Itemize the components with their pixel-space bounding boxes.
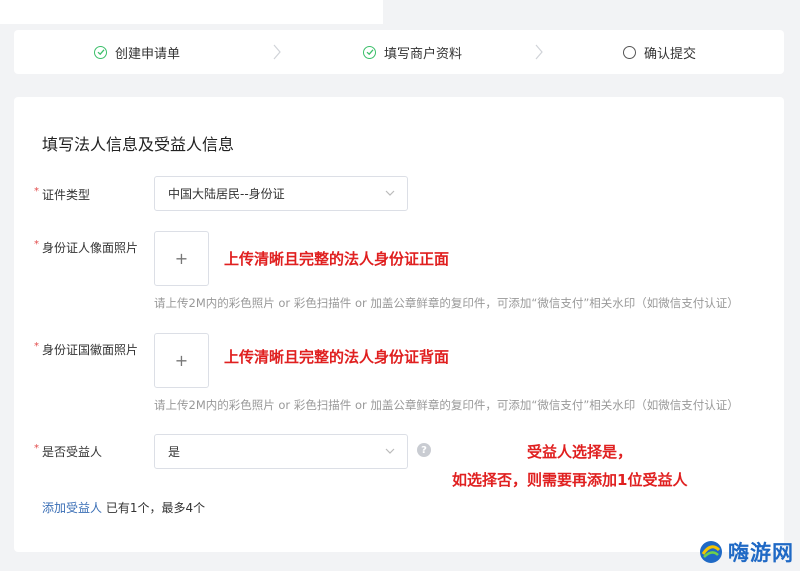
- watermark-text: 嗨游网: [728, 541, 794, 565]
- required-asterisk: *: [34, 186, 39, 197]
- beneficiary-select[interactable]: 是: [154, 434, 408, 469]
- beneficiary-label: * 是否受益人: [34, 443, 103, 459]
- step-label: 确认提交: [644, 46, 697, 62]
- required-asterisk: *: [34, 443, 39, 454]
- watermark: 嗨游网: [698, 537, 794, 567]
- add-beneficiary-link[interactable]: 添加受益人: [42, 501, 102, 515]
- steps-bar: 创建申请单 填写商户资料 确认提交: [14, 30, 784, 74]
- plus-icon: +: [174, 249, 189, 268]
- help-icon[interactable]: ?: [417, 443, 431, 457]
- step-label: 创建申请单: [115, 46, 181, 62]
- required-asterisk: *: [34, 239, 39, 250]
- id-back-annotation: 上传清晰且完整的法人身份证背面: [224, 348, 450, 366]
- id-back-upload[interactable]: +: [154, 333, 209, 388]
- id-type-label: * 证件类型: [34, 186, 91, 202]
- step-confirm: 确认提交: [623, 30, 696, 74]
- check-circle-icon: [363, 45, 376, 59]
- chevron-right-icon: [535, 44, 543, 60]
- beneficiary-value: 是: [168, 445, 181, 459]
- empty-circle-icon: [623, 45, 636, 59]
- plus-icon: +: [174, 351, 189, 370]
- id-front-hint: 请上传2M内的彩色照片 or 彩色扫描件 or 加盖公章鲜章的复印件，可添加“微…: [154, 296, 739, 310]
- beneficiary-annotation-1: 受益人选择是，: [527, 443, 633, 461]
- id-back-label: * 身份证国徽面照片: [34, 341, 139, 357]
- id-back-hint: 请上传2M内的彩色照片 or 彩色扫描件 or 加盖公章鲜章的复印件，可添加“微…: [154, 398, 739, 412]
- step-label: 填写商户资料: [384, 46, 463, 62]
- required-asterisk: *: [34, 341, 39, 352]
- add-beneficiary-row: 添加受益人 已有1个，最多4个: [42, 499, 205, 516]
- id-front-annotation: 上传清晰且完整的法人身份证正面: [224, 250, 450, 268]
- step-create: 创建申请单: [94, 30, 180, 74]
- id-front-label: * 身份证人像面照片: [34, 239, 139, 255]
- check-circle-icon: [94, 45, 107, 59]
- chevron-down-icon: [385, 190, 395, 196]
- id-type-value: 中国大陆居民--身份证: [168, 187, 285, 201]
- id-type-select[interactable]: 中国大陆居民--身份证: [154, 176, 408, 211]
- chevron-down-icon: [385, 448, 395, 454]
- top-strip: [0, 0, 383, 24]
- id-front-upload[interactable]: +: [154, 231, 209, 286]
- form-title: 填写法人信息及受益人信息: [42, 135, 235, 154]
- form-card: 填写法人信息及受益人信息 * 证件类型 中国大陆居民--身份证 * 身份证人像面照片…: [14, 97, 784, 552]
- chevron-right-icon: [273, 44, 281, 60]
- beneficiary-annotation-2: 如选择否，则需要再添加1位受益人: [452, 471, 688, 489]
- site-logo-icon: [700, 541, 722, 563]
- step-fill-info: 填写商户资料: [363, 30, 462, 74]
- beneficiary-count: 已有1个，最多4个: [105, 501, 206, 515]
